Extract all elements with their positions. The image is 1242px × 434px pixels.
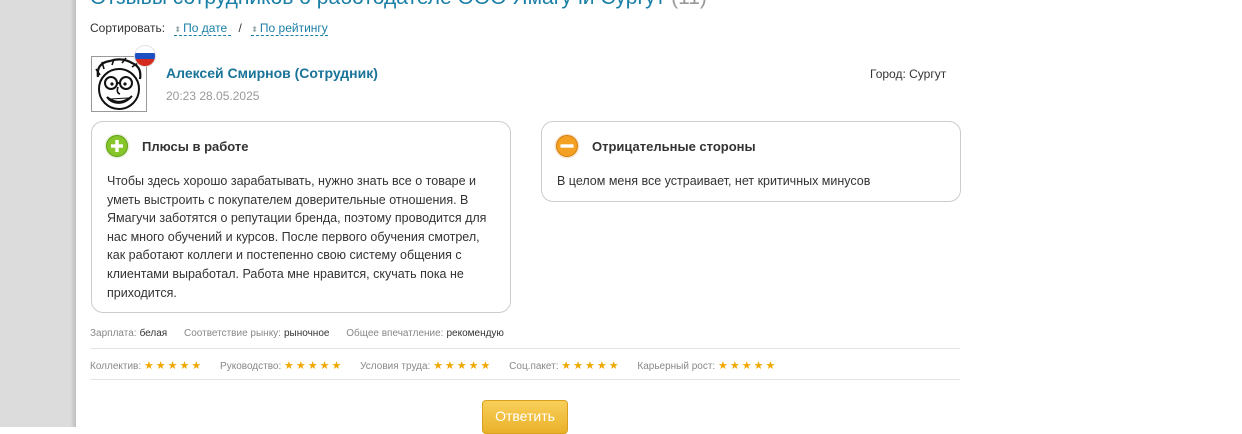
rating-career-stars: ★★★★★	[718, 360, 778, 372]
sort-by-date-link[interactable]: ⬍ По дате	[174, 21, 231, 36]
divider	[90, 379, 960, 380]
rating-team: Коллектив: ★★★★★	[90, 359, 203, 372]
sort-bar: Сортировать: ⬍ По дате / ⬍ По рейтингу	[90, 21, 328, 36]
review-datetime: 20:23 28.05.2025	[166, 89, 260, 103]
meta-impression-label: Общее впечатление:	[346, 328, 444, 339]
rating-management: Руководство: ★★★★★	[220, 359, 343, 372]
sort-by-date-label: По дате	[183, 21, 228, 35]
cons-title: Отрицательные стороны	[592, 139, 756, 154]
rating-conditions: Условия труда: ★★★★★	[360, 359, 492, 372]
page-left-background	[0, 0, 76, 427]
rating-career: Карьерный рост: ★★★★★	[637, 359, 777, 372]
rating-social-stars: ★★★★★	[561, 360, 621, 372]
rating-management-label: Руководство:	[220, 361, 282, 372]
russia-flag-icon	[135, 46, 155, 66]
rating-management-stars: ★★★★★	[284, 360, 344, 372]
rating-conditions-label: Условия труда:	[360, 361, 431, 372]
rating-team-stars: ★★★★★	[143, 360, 204, 372]
review-author-name[interactable]: Алексей Смирнов (Сотрудник)	[166, 65, 378, 81]
city-value: Сургут	[909, 67, 947, 81]
sort-by-rating-label: По рейтингу	[259, 21, 328, 35]
avatar-cartoon-face-icon	[92, 57, 146, 111]
plus-circle-icon	[104, 133, 130, 159]
review-city: Город: Сургут	[870, 67, 946, 81]
sort-by-rating-link[interactable]: ⬍ По рейтингу	[251, 21, 328, 36]
rating-career-label: Карьерный рост:	[637, 361, 716, 372]
sort-arrows-icon: ⬍	[251, 25, 258, 34]
meta-market-label: Соответствие рынку:	[184, 328, 281, 339]
cons-box: Отрицательные стороны В целом меня все у…	[541, 121, 961, 202]
ratings-row: Коллектив: ★★★★★ Руководство: ★★★★★ Усло…	[90, 359, 791, 372]
review-content: Отзывы сотрудников о работодателе ООО Ям…	[76, 0, 1242, 434]
meta-salary-label: Зарплата:	[90, 328, 137, 339]
page-title-count: (11)	[671, 0, 707, 9]
rating-social: Соц.пакет: ★★★★★	[509, 359, 620, 372]
sort-label: Сортировать:	[90, 21, 166, 35]
sort-separator: /	[238, 21, 242, 35]
reply-button[interactable]: Ответить	[482, 400, 568, 434]
minus-circle-icon	[554, 133, 580, 159]
rating-social-label: Соц.пакет:	[509, 361, 559, 372]
meta-impression-value: рекомендую	[446, 328, 504, 339]
rating-team-label: Коллектив:	[90, 361, 142, 372]
page-title: Отзывы сотрудников о работодателе ООО Ям…	[90, 0, 707, 10]
pros-text: Чтобы здесь хорошо зарабатывать, нужно з…	[107, 174, 487, 300]
pros-title: Плюсы в работе	[142, 139, 249, 154]
divider	[90, 348, 960, 349]
cons-text: В целом меня все устраивает, нет критичн…	[557, 174, 871, 188]
meta-market-value: рыночное	[283, 328, 330, 339]
city-label: Город:	[870, 67, 906, 81]
rating-conditions-stars: ★★★★★	[433, 360, 493, 372]
meta-salary-value: белая	[139, 328, 168, 339]
review-meta: Зарплата: белая Соответствие рынку: рыночн…	[90, 328, 518, 339]
page-title-text: Отзывы сотрудников о работодателе ООО Ям…	[90, 0, 665, 9]
sort-arrows-icon: ⬍	[174, 25, 182, 34]
pros-box: Плюсы в работе Чтобы здесь хорошо зараба…	[91, 121, 511, 313]
